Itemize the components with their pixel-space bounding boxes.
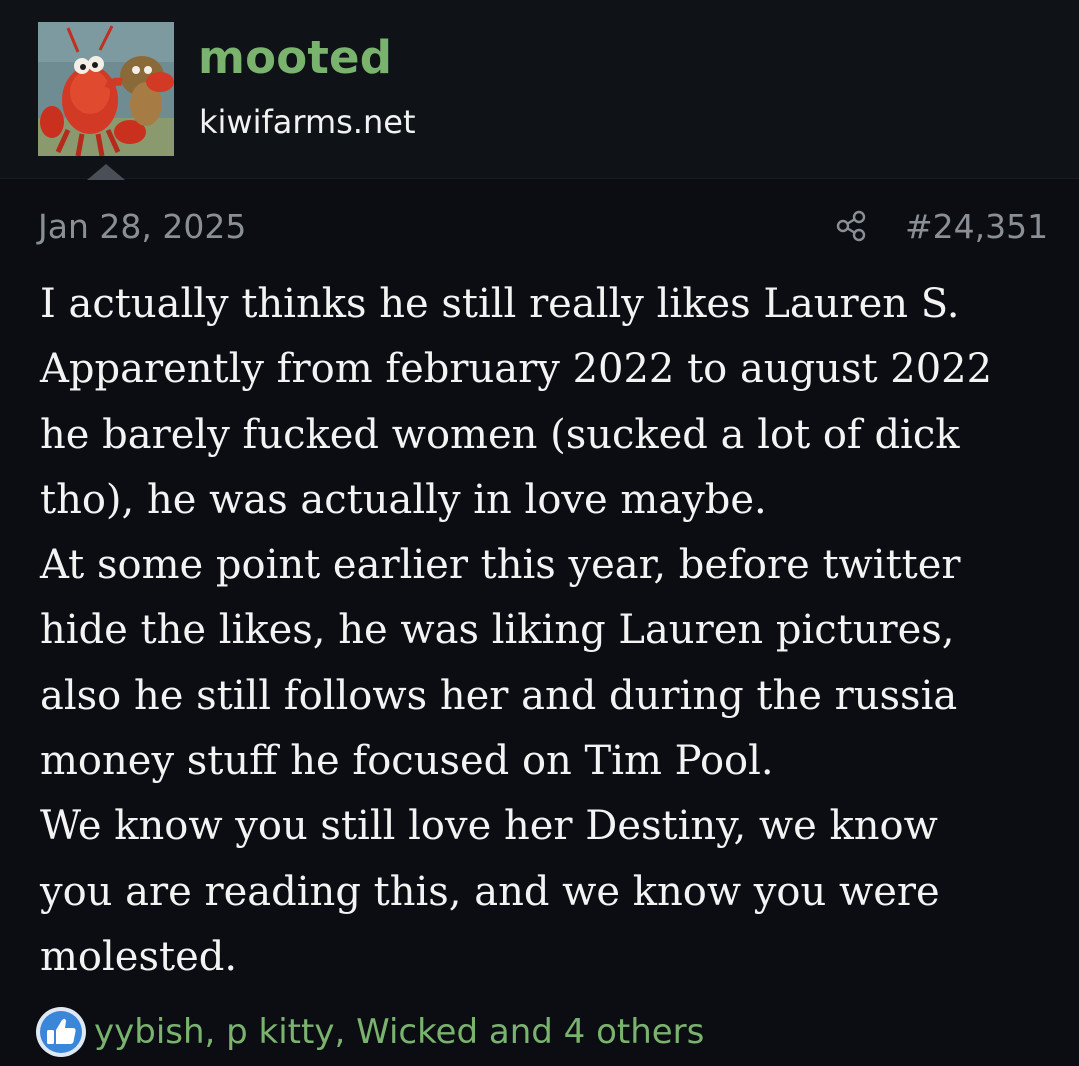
share-icon[interactable]	[834, 208, 870, 244]
post-body-line: tho), he was actually in love maybe.	[40, 476, 767, 523]
reactions-bar[interactable]: yybish, p kitty, Wicked and 4 others	[34, 1004, 704, 1060]
post-body-line: We know you still love her Destiny, we k…	[40, 803, 938, 850]
post-number-link[interactable]: #24,351	[905, 205, 1048, 249]
like-icon	[36, 1007, 86, 1057]
post-body-line: Apparently from february 2022 to august …	[40, 346, 993, 393]
post-body-line: hide the likes, he was liking Lauren pic…	[40, 607, 955, 654]
author-avatar[interactable]	[38, 22, 174, 156]
lobster-avatar-icon	[38, 22, 174, 156]
post-body-line: At some point earlier this year, before …	[40, 542, 961, 589]
post-author-header: mooted kiwifarms.net	[0, 0, 1079, 180]
post-body-line: molested.	[40, 933, 238, 980]
post-date[interactable]: Jan 28, 2025	[38, 205, 246, 249]
author-arrow	[87, 164, 125, 180]
post-body-line: you are reading this, and we know you we…	[40, 868, 940, 915]
reactions-text[interactable]: yybish, p kitty, Wicked and 4 others	[94, 1010, 704, 1054]
author-site: kiwifarms.net	[199, 103, 416, 141]
post-body-line: I actually thinks he still really likes …	[40, 281, 960, 327]
post-body-line: he barely fucked women (sucked a lot of …	[40, 411, 960, 458]
post-body-line: also he still follows her and during the…	[40, 672, 958, 719]
post-body-line: money stuff he focused on Tim Pool.	[40, 738, 774, 785]
post-body: I actually thinks he still really likes …	[40, 272, 1050, 990]
author-username[interactable]: mooted	[198, 30, 392, 86]
